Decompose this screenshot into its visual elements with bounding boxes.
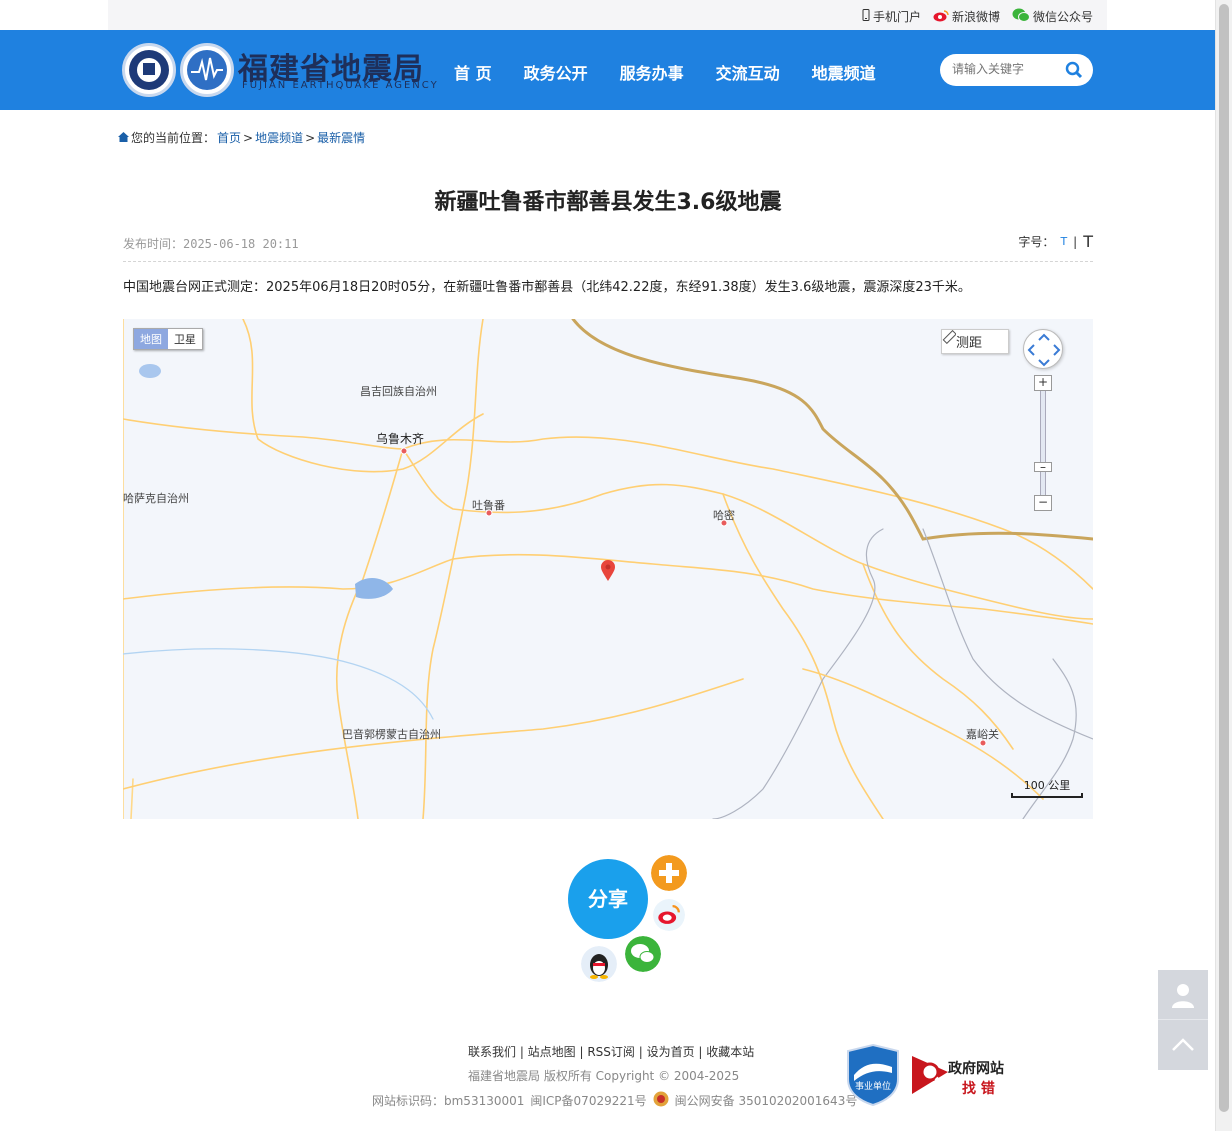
footer-links[interactable]: 联系我们 | 站点地图 | RSS订阅 | 设为首页 | 收藏本站 [468,1043,754,1060]
public-institution-badge[interactable]: 事业单位 [846,1043,900,1107]
share-weibo-icon[interactable] [653,899,685,931]
home-icon [118,131,129,145]
mobile-portal-link[interactable]: 手机门户 [862,8,921,25]
user-icon [1172,983,1194,1008]
share-button[interactable]: 分享 [568,859,648,939]
share-widget: 分享 [558,852,698,992]
map-label-kazakh: 哈萨克自治州 [123,492,189,505]
nav-interaction[interactable]: 交流互动 [716,60,780,84]
magnifier-icon [912,1056,948,1094]
seismic-bureau-seal-logo [122,43,176,97]
share-qq-icon[interactable] [581,946,617,982]
page-scrollbar[interactable] [1215,0,1232,1131]
top-bar: 手机门户 新浪微博 微信公众号 [108,0,1107,30]
back-to-top-button[interactable] [1158,1019,1208,1068]
side-float-panel [1158,970,1208,1070]
epicenter-map[interactable]: 昌吉回族自治州 乌鲁木齐 哈萨克自治州 吐鲁番 哈密 巴音郭楞蒙古自治州 嘉峪关… [123,319,1093,819]
city-dot-jiayuguan [979,739,987,747]
map-type-satellite-button[interactable]: 卫星 [168,329,202,349]
zoom-out-button[interactable]: − [1034,495,1052,511]
search-box [940,54,1093,86]
epicenter-marker-icon[interactable] [600,560,616,582]
user-center-button[interactable] [1158,970,1208,1019]
nav-government-affairs[interactable]: 政务公开 [524,60,588,84]
gov-site-badge-subtitle: 找 错 [962,1081,995,1097]
police-emblem-icon [653,1091,669,1110]
weibo-label: 新浪微博 [951,10,1000,24]
breadcrumb-separator: > [305,130,316,145]
map-label-changji: 昌吉回族自治州 [360,385,437,398]
article-title: 新疆吐鲁番市鄯善县发生3.6级地震 [434,190,782,215]
zoom-slider-track[interactable] [1040,383,1046,503]
site-subtitle: FUJIAN EARTHQUAKE AGENCY [242,80,439,91]
fjea-emblem-logo [180,43,234,97]
breadcrumb-separator: > [243,130,254,145]
search-input[interactable] [952,62,1062,76]
map-pan-control[interactable] [1023,329,1063,369]
breadcrumb-latest-quakes[interactable]: 最新震情 [317,129,365,146]
measure-distance-label: 测距 [956,336,983,351]
map-label-urumqi: 乌鲁木齐 [376,432,425,446]
map-type-switch: 地图 卫星 [133,328,203,350]
share-wechat-icon[interactable] [625,936,661,972]
article-meta: 发布时间：2025-06-18 20:11 字号： T | T [123,232,1093,262]
article-summary: 中国地震台网正式测定：2025年06月18日20时05分，在新疆吐鲁番市鄯善县（… [123,280,971,295]
font-size-switcher: 字号： T | T [1018,232,1093,251]
map-scale-label: 100 公里 [1023,779,1071,792]
breadcrumb-earthquake-channel[interactable]: 地震频道 [255,129,303,146]
city-dot-hami [720,519,728,527]
breadcrumb-prefix: 您的当前位置： [131,131,216,145]
mobile-portal-label: 手机门户 [872,10,921,24]
scrollbar-thumb[interactable] [1219,4,1229,1112]
map-scale-bar: 100 公里 [1011,777,1083,798]
site-id: 网站标识码：bm53130001 [372,1094,525,1108]
search-icon[interactable] [1065,61,1083,83]
gov-site-error-report-badge[interactable]: 政府网站 找 错 [910,1052,1010,1098]
wechat-icon [1012,8,1030,25]
map-label-bayingol: 巴音郭楞蒙古自治州 [342,728,441,741]
share-more-icon[interactable] [651,855,687,891]
measure-distance-button[interactable]: 测距 [941,329,1009,354]
font-size-large-button[interactable]: T [1083,232,1093,251]
icp-link[interactable]: 闽ICP备07029221号 [530,1092,646,1109]
nav-services[interactable]: 服务办事 [620,60,684,84]
weibo-link[interactable]: 新浪微博 [933,8,1000,25]
wechat-link[interactable]: 微信公众号 [1012,8,1093,25]
footer-registration: 网站标识码：bm53130001 闽ICP备07029221号 闽公网安备 35… [372,1091,857,1110]
zoom-in-button[interactable]: + [1034,375,1052,391]
public-security-link[interactable]: 闽公网安备 35010202001643号 [675,1092,858,1109]
city-dot-turpan [485,509,493,517]
chevron-up-icon [1172,1038,1194,1051]
site-header: 福建省地震局 FUJIAN EARTHQUAKE AGENCY 首 页 政务公开… [0,30,1215,110]
map-zoom-control: + – − [1034,375,1052,513]
zoom-slider-handle[interactable]: – [1034,461,1052,473]
gov-site-badge-title: 政府网站 [948,1061,1004,1077]
main-nav: 首 页 政务公开 服务办事 交流互动 地震频道 [454,60,908,84]
breadcrumb: 您的当前位置： 首页 > 地震频道 > 最新震情 [118,129,365,146]
nav-earthquake-channel[interactable]: 地震频道 [812,60,876,84]
city-dot-urumqi [400,447,408,455]
wechat-label: 微信公众号 [1032,10,1093,24]
public-institution-badge-label: 事业单位 [855,1080,891,1092]
weibo-icon [933,9,949,25]
map-type-standard-button[interactable]: 地图 [134,329,168,349]
nav-home[interactable]: 首 页 [454,60,492,84]
font-size-small-button[interactable]: T [1060,235,1067,248]
publish-time: 发布时间：2025-06-18 20:11 [123,237,299,251]
phone-icon [862,9,870,24]
font-size-label: 字号： [1018,235,1055,249]
breadcrumb-home[interactable]: 首页 [217,129,241,146]
pan-arrows-icon [1027,333,1061,367]
map-scale-line [1011,793,1083,798]
footer-copyright: 福建省地震局 版权所有 Copyright © 2004-2025 [468,1069,740,1083]
font-size-separator: | [1073,234,1078,249]
